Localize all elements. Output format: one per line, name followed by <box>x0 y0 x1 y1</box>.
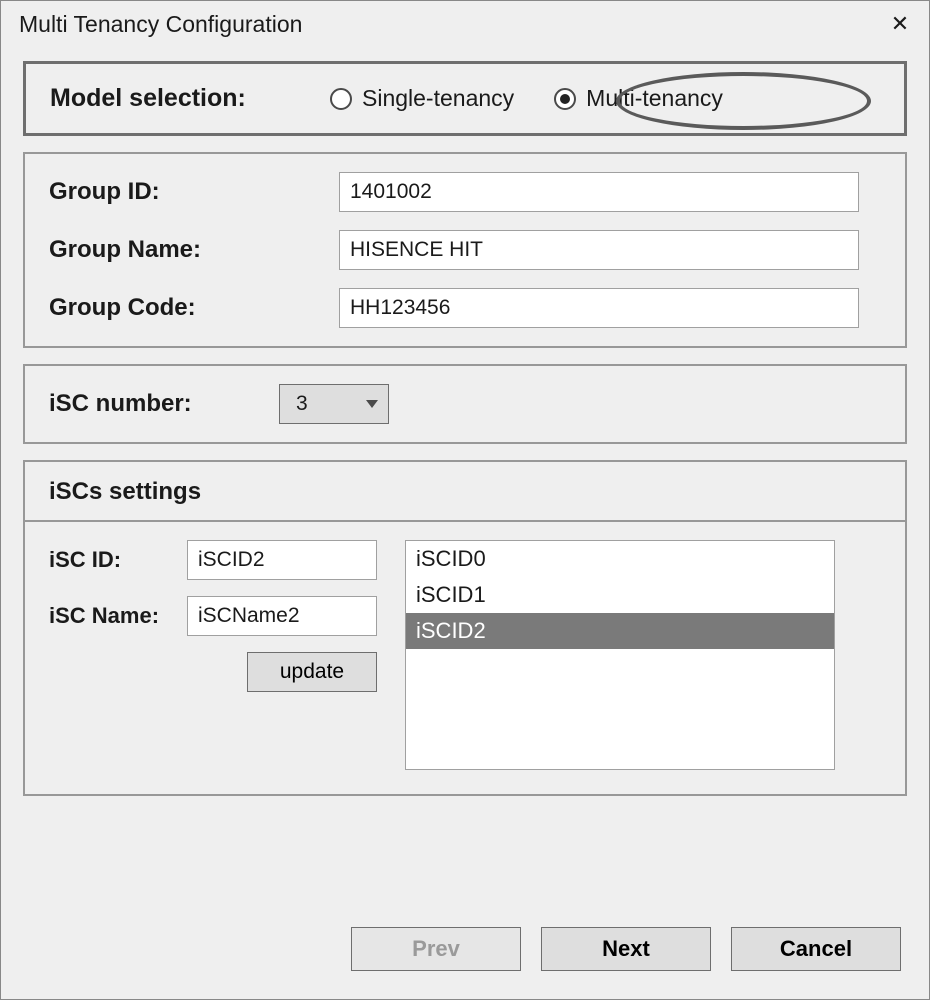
isc-number-label: iSC number: <box>49 390 259 418</box>
group-id-label: Group ID: <box>49 178 329 206</box>
group-name-label: Group Name: <box>49 236 329 264</box>
close-icon[interactable]: ✕ <box>885 9 915 39</box>
prev-button: Prev <box>351 927 521 971</box>
group-panel: Group ID: Group Name: Group Code: <box>23 152 907 348</box>
radio-single-tenancy[interactable]: Single-tenancy <box>330 85 514 112</box>
next-button[interactable]: Next <box>541 927 711 971</box>
chevron-down-icon <box>366 400 378 408</box>
group-name-input[interactable] <box>339 230 859 270</box>
isc-id-input[interactable] <box>187 540 377 580</box>
iscs-settings-header: iSCs settings <box>25 462 905 522</box>
group-code-label: Group Code: <box>49 294 329 322</box>
radio-single-label: Single-tenancy <box>362 85 514 112</box>
list-item[interactable]: iSCID1 <box>406 577 834 613</box>
group-id-input[interactable] <box>339 172 859 212</box>
model-selection-label: Model selection: <box>50 84 290 113</box>
isc-name-input[interactable] <box>187 596 377 636</box>
radio-icon <box>554 88 576 110</box>
isc-number-value: 3 <box>296 392 308 416</box>
update-button[interactable]: update <box>247 652 377 692</box>
isc-number-select[interactable]: 3 <box>279 384 389 424</box>
dialog-footer: Prev Next Cancel <box>351 927 901 971</box>
title-bar: Multi Tenancy Configuration ✕ <box>1 1 929 47</box>
isc-listbox[interactable]: iSCID0iSCID1iSCID2 <box>405 540 835 770</box>
model-selection-panel: Model selection: Single-tenancy Multi-te… <box>23 61 907 136</box>
group-code-input[interactable] <box>339 288 859 328</box>
dialog-window: Multi Tenancy Configuration ✕ Model sele… <box>0 0 930 1000</box>
list-item[interactable]: iSCID2 <box>406 613 834 649</box>
iscs-settings-panel: iSCs settings iSC ID: iSC Name: update i… <box>23 460 907 796</box>
isc-number-panel: iSC number: 3 <box>23 364 907 444</box>
radio-multi-label: Multi-tenancy <box>586 85 723 112</box>
cancel-button[interactable]: Cancel <box>731 927 901 971</box>
model-selection-row: Model selection: Single-tenancy Multi-te… <box>50 84 880 113</box>
radio-multi-tenancy[interactable]: Multi-tenancy <box>554 85 723 112</box>
isc-name-label: iSC Name: <box>49 603 179 629</box>
radio-icon <box>330 88 352 110</box>
dialog-body: Model selection: Single-tenancy Multi-te… <box>1 47 929 796</box>
window-title: Multi Tenancy Configuration <box>19 11 302 38</box>
list-item[interactable]: iSCID0 <box>406 541 834 577</box>
isc-id-label: iSC ID: <box>49 547 179 573</box>
